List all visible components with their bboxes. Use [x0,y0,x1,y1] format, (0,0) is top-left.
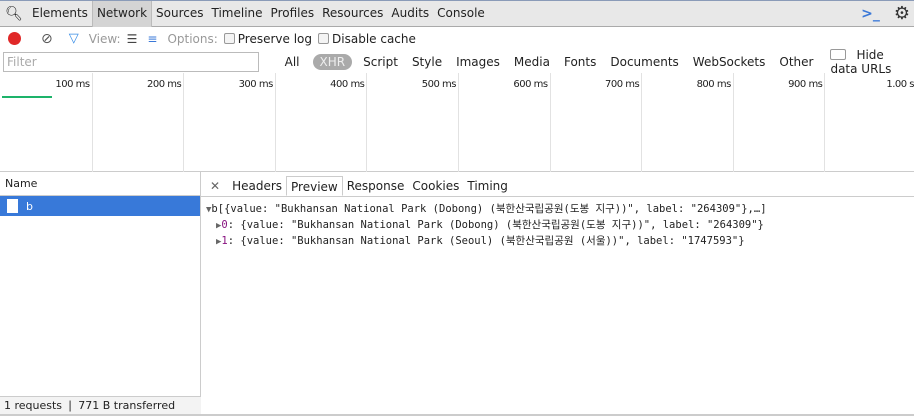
tab-preview[interactable]: Preview [286,176,343,196]
detail-tabs: ✕ Headers Preview Response Cookies Timin… [201,172,914,197]
view-label: View: [88,31,121,46]
filter-icon[interactable]: ▽ [69,31,79,46]
timeline-tick: 1.00 s [825,73,914,172]
request-name: b [26,199,33,213]
tab-headers[interactable]: Headers [228,176,286,196]
timeline-tick: 300 ms [184,73,276,172]
item-text: : {value: "Bukhansan National Park (Dobo… [227,219,764,231]
record-button[interactable] [8,32,21,45]
timeline-tick: 600 ms [459,73,551,172]
resource-type-filters: All XHR Script Style Images Media Fonts … [278,48,914,76]
options-label: Options: [167,31,218,46]
timeline-tick: 500 ms [367,73,459,172]
disable-cache-label: Disable cache [332,31,416,46]
type-websockets[interactable]: WebSockets [686,55,773,69]
file-icon [7,199,18,213]
hide-data-urls-checkbox[interactable]: Hide data URLs [830,48,914,76]
tab-timing[interactable]: Timing [463,176,512,196]
timeline-tick: 700 ms [551,73,643,172]
tab-sources[interactable]: Sources [152,1,207,27]
request-detail-panel: ✕ Headers Preview Response Cookies Timin… [201,172,914,416]
tab-console[interactable]: Console [433,1,489,27]
item-text: : {value: "Bukhansan National Park (Seou… [227,235,745,247]
search-icon[interactable]: 🔍︎ [0,6,28,22]
type-documents[interactable]: Documents [603,55,685,69]
tab-response[interactable]: Response [343,176,409,196]
preserve-log-label: Preserve log [237,31,313,46]
type-style[interactable]: Style [405,55,449,69]
tree-item[interactable]: ▶1: {value: "Bukhansan National Park (Se… [206,234,914,250]
tree-root[interactable]: ▼b[{value: "Bukhansan National Park (Dob… [206,202,914,218]
tab-cookies[interactable]: Cookies [408,176,463,196]
tab-timeline[interactable]: Timeline [208,1,267,27]
type-script[interactable]: Script [356,55,405,69]
status-footer: 1 requests ❘ 771 B transferred [0,396,201,414]
type-other[interactable]: Other [772,55,820,69]
close-icon[interactable]: ✕ [206,176,224,196]
overview-icon[interactable]: ≡ [147,32,157,46]
tab-network[interactable]: Network [91,0,153,27]
filter-row: Filter All XHR Script Style Images Media… [0,48,914,76]
console-drawer-icon[interactable]: >_ [861,6,880,22]
type-fonts[interactable]: Fonts [557,55,603,69]
type-all[interactable]: All [278,55,307,69]
type-xhr[interactable]: XHR [312,53,353,70]
requests-panel: Name b [0,172,201,416]
tab-profiles[interactable]: Profiles [267,1,319,27]
filter-input[interactable]: Filter [3,51,259,72]
preview-tree: ▼b[{value: "Bukhansan National Park (Dob… [201,197,914,250]
tab-audits[interactable]: Audits [387,1,433,27]
tab-elements[interactable]: Elements [28,1,92,27]
type-media[interactable]: Media [507,55,557,69]
gear-icon[interactable]: ⚙ [894,3,910,24]
timeline-tick: 800 ms [642,73,734,172]
tab-resources[interactable]: Resources [318,1,387,27]
preserve-log-checkbox[interactable]: Preserve log [223,31,313,46]
disable-cache-checkbox[interactable]: Disable cache [318,32,416,46]
name-column-header[interactable]: Name [0,172,200,196]
large-rows-icon[interactable]: ☰ [127,32,138,46]
type-images[interactable]: Images [449,55,507,69]
request-row[interactable]: b [0,196,200,216]
timeline-tick: 900 ms [734,73,826,172]
panel-tab-bar: 🔍︎ Elements Network Sources Timeline Pro… [0,0,914,27]
timeline-tick: 400 ms [276,73,368,172]
root-text: b[{value: "Bukhansan National Park (Dobo… [211,203,767,215]
timeline-tick: 100 ms [1,73,93,172]
clear-icon[interactable]: ⊘ [41,31,53,47]
timeline-overview[interactable]: 100 ms 200 ms 300 ms 400 ms 500 ms 600 ms 700 … [0,73,914,172]
timeline-tick: 200 ms [93,73,185,172]
tree-item[interactable]: ▶0: {value: "Bukhansan National Park (Do… [206,218,914,234]
